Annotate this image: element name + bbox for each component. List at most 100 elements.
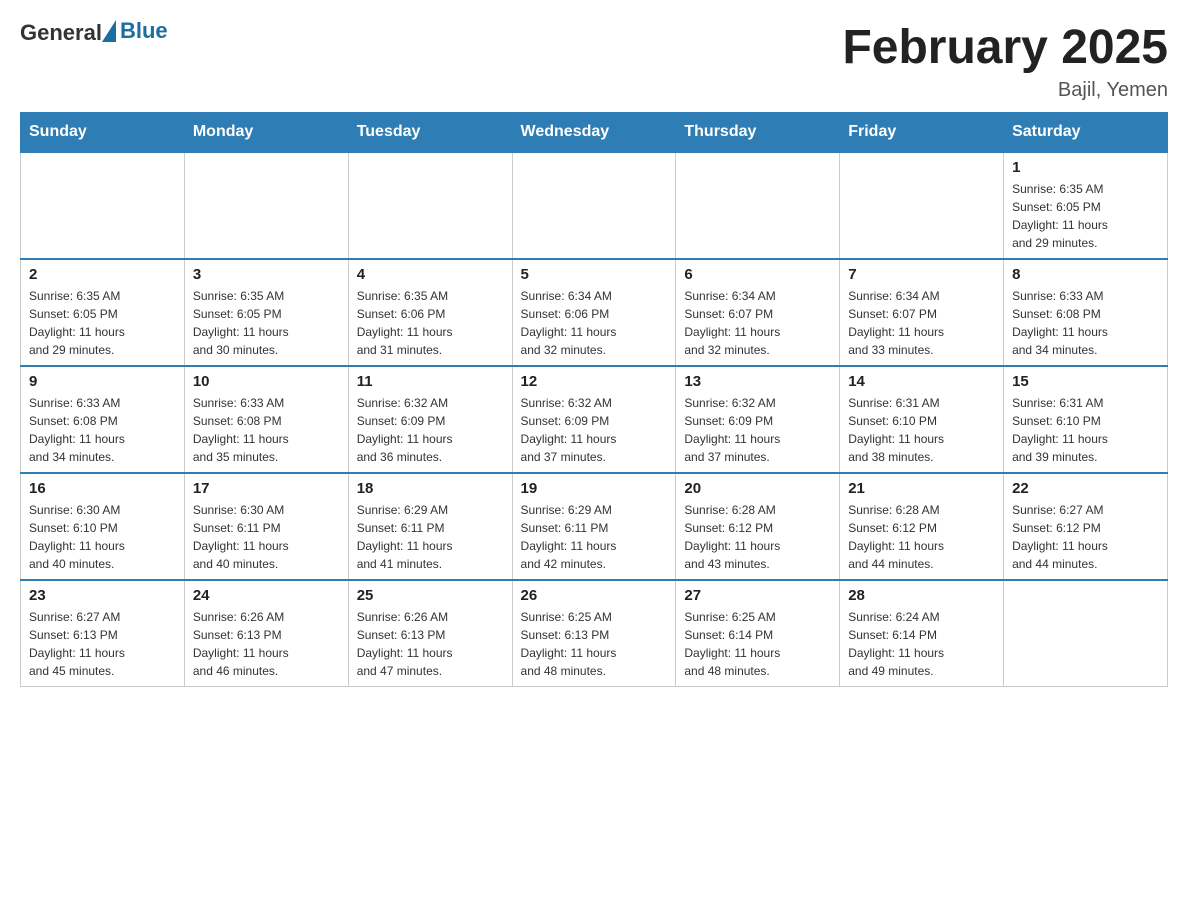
day-number: 1 — [1012, 159, 1159, 176]
day-info: Sunrise: 6:34 AM Sunset: 6:07 PM Dayligh… — [684, 287, 831, 359]
calendar-cell: 3 Sunrise: 6:35 AM Sunset: 6:05 PM Daylig… — [184, 259, 348, 366]
day-number: 24 — [193, 587, 340, 604]
calendar-cell: 5Sunrise: 6:34 AM Sunset: 6:06 PM Daylig… — [512, 259, 676, 366]
header-day-tuesday: Tuesday — [348, 113, 512, 153]
calendar-cell: 22Sunrise: 6:27 AM Sunset: 6:12 PM Dayli… — [1004, 473, 1168, 580]
logo-triangle-icon — [102, 20, 116, 42]
day-number: 26 — [521, 587, 668, 604]
day-info: Sunrise: 6:35 AM Sunset: 6:05 PM Dayligh… — [1012, 180, 1159, 252]
day-info: Sunrise: 6:35 AM Sunset: 6:05 PM Dayligh… — [193, 287, 340, 359]
calendar-cell: 19Sunrise: 6:29 AM Sunset: 6:11 PM Dayli… — [512, 473, 676, 580]
calendar-cell — [21, 152, 185, 259]
day-info: Sunrise: 6:33 AM Sunset: 6:08 PM Dayligh… — [29, 394, 176, 466]
day-number: 6 — [684, 266, 831, 283]
day-info: Sunrise: 6:34 AM Sunset: 6:07 PM Dayligh… — [848, 287, 995, 359]
header-row: SundayMondayTuesdayWednesdayThursdayFrid… — [21, 113, 1168, 153]
calendar-cell: 1 Sunrise: 6:35 AM Sunset: 6:05 PM Daylig… — [1004, 152, 1168, 259]
day-number: 23 — [29, 587, 176, 604]
day-info: Sunrise: 6:25 AM Sunset: 6:14 PM Dayligh… — [684, 608, 831, 680]
calendar-cell — [840, 152, 1004, 259]
calendar-cell: 24 Sunrise: 6:26 AM Sunset: 6:13 PM Dayli… — [184, 580, 348, 687]
logo-blue-text: Blue — [120, 18, 168, 44]
day-number: 20 — [684, 480, 831, 497]
calendar-cell: 9 Sunrise: 6:33 AM Sunset: 6:08 PM Daylig… — [21, 366, 185, 473]
logo: General Blue — [20, 20, 168, 46]
calendar-cell: 8 Sunrise: 6:33 AM Sunset: 6:08 PM Daylig… — [1004, 259, 1168, 366]
calendar-title: February 2025 — [842, 20, 1168, 75]
day-number: 14 — [848, 373, 995, 390]
calendar-cell — [184, 152, 348, 259]
calendar-cell: 18Sunrise: 6:29 AM Sunset: 6:11 PM Dayli… — [348, 473, 512, 580]
day-info: Sunrise: 6:28 AM Sunset: 6:12 PM Dayligh… — [848, 501, 995, 573]
day-info: Sunrise: 6:27 AM Sunset: 6:13 PM Dayligh… — [29, 608, 176, 680]
calendar-cell: 25 Sunrise: 6:26 AM Sunset: 6:13 PM Dayli… — [348, 580, 512, 687]
day-info: Sunrise: 6:29 AM Sunset: 6:11 PM Dayligh… — [521, 501, 668, 573]
header-day-wednesday: Wednesday — [512, 113, 676, 153]
day-info: Sunrise: 6:27 AM Sunset: 6:12 PM Dayligh… — [1012, 501, 1159, 573]
calendar-cell: 20 Sunrise: 6:28 AM Sunset: 6:12 PM Dayli… — [676, 473, 840, 580]
day-info: Sunrise: 6:25 AM Sunset: 6:13 PM Dayligh… — [521, 608, 668, 680]
day-number: 25 — [357, 587, 504, 604]
day-number: 7 — [848, 266, 995, 283]
day-number: 10 — [193, 373, 340, 390]
calendar-cell: 26 Sunrise: 6:25 AM Sunset: 6:13 PM Dayli… — [512, 580, 676, 687]
calendar-body: 1 Sunrise: 6:35 AM Sunset: 6:05 PM Daylig… — [21, 152, 1168, 687]
day-info: Sunrise: 6:30 AM Sunset: 6:11 PM Dayligh… — [193, 501, 340, 573]
calendar-cell: 4Sunrise: 6:35 AM Sunset: 6:06 PM Daylig… — [348, 259, 512, 366]
calendar-cell: 2 Sunrise: 6:35 AM Sunset: 6:05 PM Daylig… — [21, 259, 185, 366]
day-info: Sunrise: 6:31 AM Sunset: 6:10 PM Dayligh… — [1012, 394, 1159, 466]
day-number: 21 — [848, 480, 995, 497]
day-info: Sunrise: 6:32 AM Sunset: 6:09 PM Dayligh… — [521, 394, 668, 466]
day-number: 3 — [193, 266, 340, 283]
week-row-4: 16 Sunrise: 6:30 AM Sunset: 6:10 PM Dayli… — [21, 473, 1168, 580]
day-info: Sunrise: 6:26 AM Sunset: 6:13 PM Dayligh… — [357, 608, 504, 680]
day-info: Sunrise: 6:33 AM Sunset: 6:08 PM Dayligh… — [193, 394, 340, 466]
day-number: 28 — [848, 587, 995, 604]
calendar-cell: 23 Sunrise: 6:27 AM Sunset: 6:13 PM Dayli… — [21, 580, 185, 687]
week-row-2: 2 Sunrise: 6:35 AM Sunset: 6:05 PM Daylig… — [21, 259, 1168, 366]
calendar-cell — [512, 152, 676, 259]
day-number: 16 — [29, 480, 176, 497]
day-info: Sunrise: 6:28 AM Sunset: 6:12 PM Dayligh… — [684, 501, 831, 573]
calendar-cell — [348, 152, 512, 259]
title-area: February 2025 Bajil, Yemen — [842, 20, 1168, 102]
day-info: Sunrise: 6:30 AM Sunset: 6:10 PM Dayligh… — [29, 501, 176, 573]
calendar-cell — [1004, 580, 1168, 687]
day-info: Sunrise: 6:34 AM Sunset: 6:06 PM Dayligh… — [521, 287, 668, 359]
calendar-cell: 7 Sunrise: 6:34 AM Sunset: 6:07 PM Daylig… — [840, 259, 1004, 366]
day-number: 18 — [357, 480, 504, 497]
day-number: 11 — [357, 373, 504, 390]
day-number: 12 — [521, 373, 668, 390]
calendar-cell: 17 Sunrise: 6:30 AM Sunset: 6:11 PM Dayli… — [184, 473, 348, 580]
day-info: Sunrise: 6:24 AM Sunset: 6:14 PM Dayligh… — [848, 608, 995, 680]
day-number: 8 — [1012, 266, 1159, 283]
day-info: Sunrise: 6:33 AM Sunset: 6:08 PM Dayligh… — [1012, 287, 1159, 359]
header-day-saturday: Saturday — [1004, 113, 1168, 153]
calendar-cell: 11 Sunrise: 6:32 AM Sunset: 6:09 PM Dayli… — [348, 366, 512, 473]
calendar-cell: 28 Sunrise: 6:24 AM Sunset: 6:14 PM Dayli… — [840, 580, 1004, 687]
day-number: 4 — [357, 266, 504, 283]
calendar-cell: 15Sunrise: 6:31 AM Sunset: 6:10 PM Dayli… — [1004, 366, 1168, 473]
day-number: 17 — [193, 480, 340, 497]
day-info: Sunrise: 6:26 AM Sunset: 6:13 PM Dayligh… — [193, 608, 340, 680]
week-row-5: 23 Sunrise: 6:27 AM Sunset: 6:13 PM Dayli… — [21, 580, 1168, 687]
day-number: 9 — [29, 373, 176, 390]
logo-general-text: General — [20, 20, 102, 46]
calendar-cell — [676, 152, 840, 259]
page-header: General Blue February 2025 Bajil, Yemen — [20, 20, 1168, 102]
header-day-thursday: Thursday — [676, 113, 840, 153]
calendar-cell: 21 Sunrise: 6:28 AM Sunset: 6:12 PM Dayli… — [840, 473, 1004, 580]
calendar-header: SundayMondayTuesdayWednesdayThursdayFrid… — [21, 113, 1168, 153]
calendar-cell: 13Sunrise: 6:32 AM Sunset: 6:09 PM Dayli… — [676, 366, 840, 473]
calendar-cell: 27Sunrise: 6:25 AM Sunset: 6:14 PM Dayli… — [676, 580, 840, 687]
calendar-subtitle: Bajil, Yemen — [842, 79, 1168, 102]
day-info: Sunrise: 6:35 AM Sunset: 6:05 PM Dayligh… — [29, 287, 176, 359]
calendar-cell: 16 Sunrise: 6:30 AM Sunset: 6:10 PM Dayli… — [21, 473, 185, 580]
day-info: Sunrise: 6:32 AM Sunset: 6:09 PM Dayligh… — [357, 394, 504, 466]
calendar-cell: 14Sunrise: 6:31 AM Sunset: 6:10 PM Dayli… — [840, 366, 1004, 473]
day-number: 2 — [29, 266, 176, 283]
week-row-1: 1 Sunrise: 6:35 AM Sunset: 6:05 PM Daylig… — [21, 152, 1168, 259]
calendar-cell: 10 Sunrise: 6:33 AM Sunset: 6:08 PM Dayli… — [184, 366, 348, 473]
calendar-cell: 6 Sunrise: 6:34 AM Sunset: 6:07 PM Daylig… — [676, 259, 840, 366]
header-day-friday: Friday — [840, 113, 1004, 153]
